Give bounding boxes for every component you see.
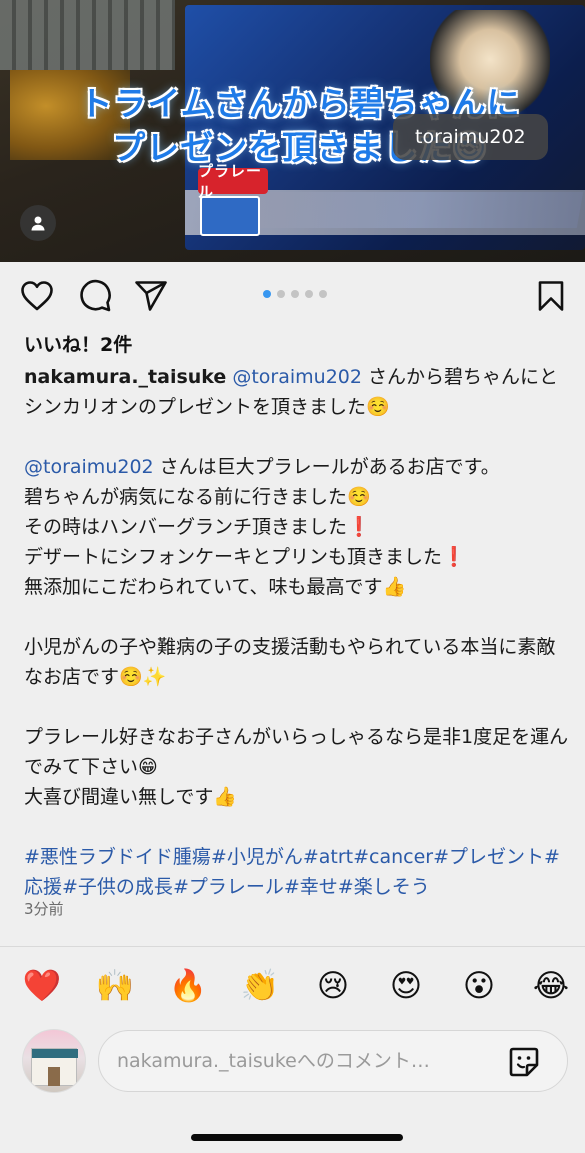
caption-text: デザートにシフォンケーキとプリンも頂きました❗ xyxy=(24,546,466,568)
heart-icon xyxy=(21,281,53,311)
caption-text: 無添加にこだわられていて、味も最高です👍 xyxy=(24,576,407,598)
avatar[interactable] xyxy=(22,1029,86,1093)
hashtag-link[interactable]: #cancer xyxy=(353,846,433,868)
comment-bubble-icon xyxy=(80,279,111,312)
like-count[interactable]: いいね！2件 xyxy=(24,330,132,357)
hashtag-link[interactable]: #楽しそう xyxy=(338,876,430,898)
paper-plane-icon xyxy=(135,281,167,311)
post-photo[interactable]: プラレール トライムさんから碧ちゃんに プレゼンを頂きました😉 toraimu2… xyxy=(0,0,585,262)
sticker-button[interactable] xyxy=(507,1045,541,1079)
reaction-fire[interactable]: 🔥 xyxy=(168,966,208,1006)
avatar-shop-image xyxy=(31,1048,78,1086)
carousel-dot xyxy=(263,290,271,298)
reaction-cry[interactable]: 😢 xyxy=(313,966,353,1006)
caption-paragraph: プラレール好きなお子さんがいらっしゃるなら是非1度足を運んでみて下さい😁 大喜び… xyxy=(24,722,569,812)
quick-reactions: ❤️ 🙌 🔥 👏 😢 😍 😮 😂 xyxy=(0,966,585,1010)
caption-mention[interactable]: @toraimu202 xyxy=(24,456,154,478)
hashtag-link[interactable]: #悪性ラブドイド腫瘍 xyxy=(24,846,211,868)
carousel-dot xyxy=(305,290,313,298)
photo-crate xyxy=(0,0,175,70)
hashtag-link[interactable]: #子供の成長 xyxy=(62,876,173,898)
photo-box-badge xyxy=(200,196,260,236)
divider xyxy=(0,946,585,947)
photo-box-logo: プラレール xyxy=(198,162,268,201)
caption-paragraph: @toraimu202 さんは巨大プラレールがあるお店です。 碧ちゃんが病気にな… xyxy=(24,452,569,602)
caption-text: 小児がんの子や難病の子の支援活動もやられている本当に素敵なお店です☺️✨ xyxy=(24,636,556,688)
reaction-heart-eyes[interactable]: 😍 xyxy=(386,966,426,1006)
caption-text: その時はハンバーグランチ頂きました❗ xyxy=(24,516,371,538)
caption-text: プラレール好きなお子さんがいらっしゃるなら是非1度足を運んでみて下さい😁 xyxy=(24,726,569,778)
tags-button[interactable] xyxy=(20,205,56,241)
post-caption: nakamura._taisuke @toraimu202 さんから碧ちゃんにと… xyxy=(24,362,569,902)
like-button[interactable] xyxy=(19,278,55,314)
home-indicator[interactable] xyxy=(191,1134,403,1141)
caption-hashtags: #悪性ラブドイド腫瘍#小児がん#atrt#cancer#プレゼント#応援#子供の… xyxy=(24,842,569,902)
comment-field[interactable] xyxy=(98,1030,568,1092)
post-action-bar xyxy=(0,270,585,322)
reaction-laugh[interactable]: 😂 xyxy=(531,966,571,1006)
comment-input[interactable] xyxy=(117,1031,497,1091)
reaction-surprised[interactable]: 😮 xyxy=(459,966,499,1006)
post-timestamp: 3分前 xyxy=(24,900,64,918)
reaction-heart[interactable]: ❤️ xyxy=(22,966,62,1006)
caption-paragraph: 小児がんの子や難病の子の支援活動もやられている本当に素敵なお店です☺️✨ xyxy=(24,632,569,692)
caption-mention[interactable]: @toraimu202 xyxy=(232,366,362,388)
caption-paragraph: nakamura._taisuke @toraimu202 さんから碧ちゃんにと… xyxy=(24,362,569,422)
hashtag-link[interactable]: #小児がん xyxy=(211,846,303,868)
carousel-dot xyxy=(277,290,285,298)
bookmark-icon xyxy=(538,281,564,311)
share-button[interactable] xyxy=(133,278,169,314)
comment-button[interactable] xyxy=(77,278,113,314)
sticker-icon xyxy=(509,1047,539,1077)
caption-text: さんは巨大プラレールがあるお店です。 xyxy=(153,456,500,478)
carousel-dot xyxy=(291,290,299,298)
save-button[interactable] xyxy=(533,278,569,314)
tagged-user-label[interactable]: toraimu202 xyxy=(393,114,548,160)
carousel-dot xyxy=(319,290,327,298)
caption-text: 大喜び間違い無しです👍 xyxy=(24,786,238,808)
person-tag-icon xyxy=(31,216,45,231)
reaction-raised-hands[interactable]: 🙌 xyxy=(95,966,135,1006)
carousel-indicator xyxy=(263,290,327,298)
hashtag-link[interactable]: #幸せ xyxy=(284,876,338,898)
caption-username[interactable]: nakamura._taisuke xyxy=(24,366,226,388)
hashtag-link[interactable]: #atrt xyxy=(303,846,353,868)
caption-text: 碧ちゃんが病気になる前に行きました☺️ xyxy=(24,486,371,508)
hashtag-link[interactable]: #プラレール xyxy=(173,876,284,898)
reaction-clap[interactable]: 👏 xyxy=(240,966,280,1006)
hashtag-link[interactable]: #プレゼント xyxy=(433,846,544,868)
